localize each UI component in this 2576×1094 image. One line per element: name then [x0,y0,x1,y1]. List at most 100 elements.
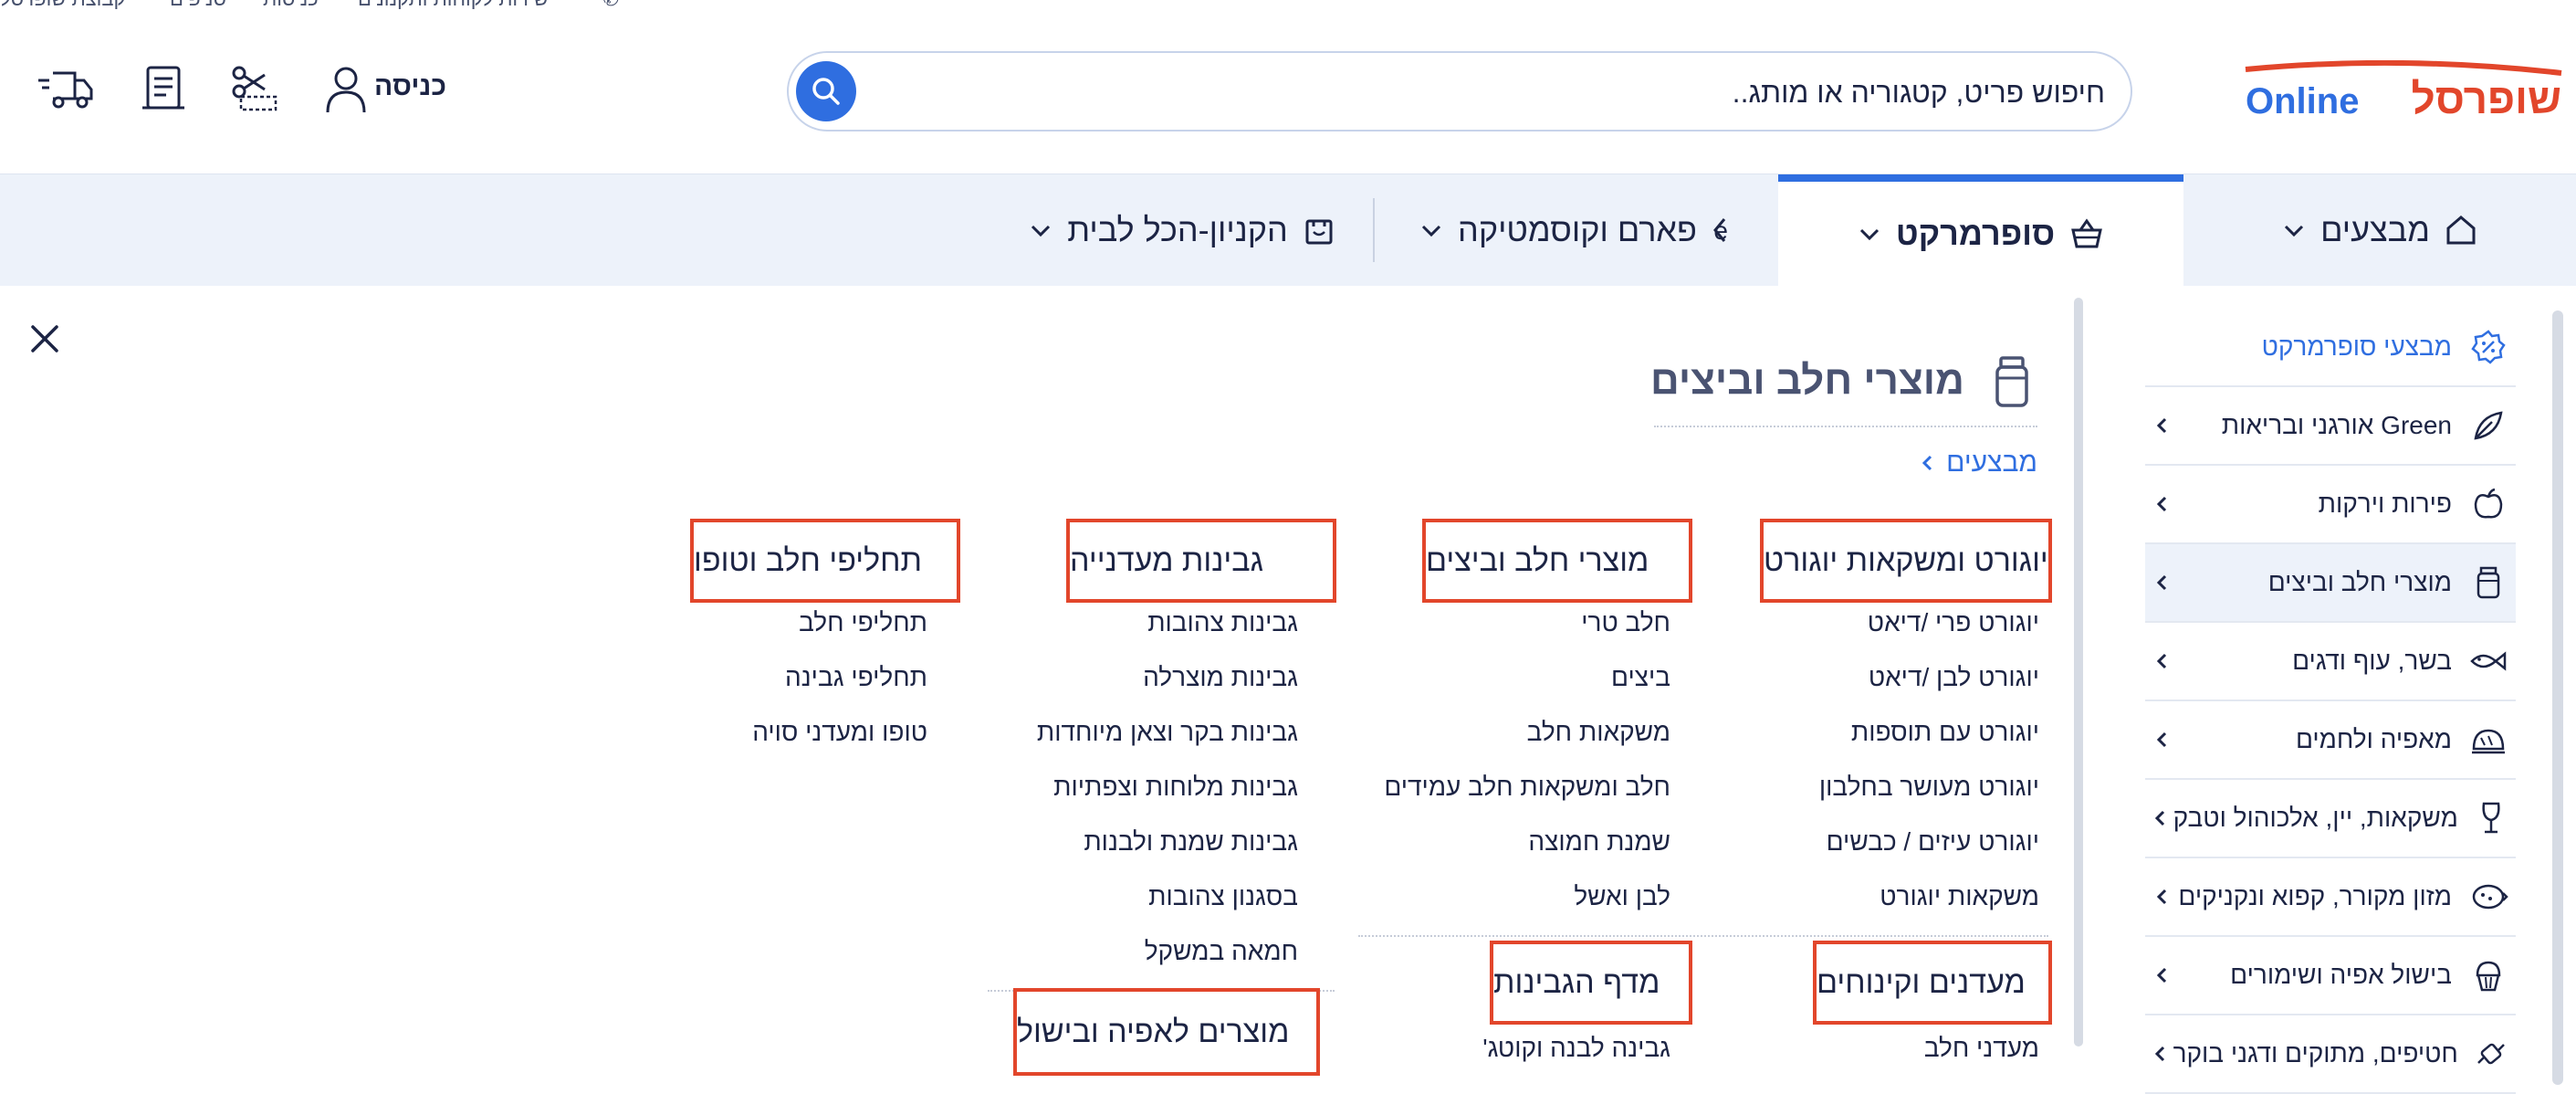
subcategory-link[interactable]: גבינות שמנת ולבנות [1084,827,1298,857]
category-dairy-eggs[interactable]: מוצרי חלב וביצים [1422,519,1692,603]
svg-text:Online: Online [2246,81,2359,121]
subcategory-link[interactable]: חלב ומשקאות חלב עמידים [1384,773,1670,802]
receipt-icon[interactable] [131,57,195,121]
subcategory-link[interactable]: בסגנון צהובות [1148,882,1298,911]
subcategory-link[interactable]: גבינות מוצרלה [1143,663,1298,692]
sidebar-item-bakery[interactable]: מאפיה ולחמים [2145,701,2516,780]
subcategory-link[interactable]: ביצים [1611,663,1670,692]
chevron-left-icon [2149,490,2176,518]
tab-deals-label: מבצעים [2320,211,2430,248]
chevron-left-icon [2149,1040,2173,1068]
sidebar-item-label: מוצרי חלב וביצים [2267,568,2452,596]
subcategory-link[interactable]: משקאות יוגורט [1880,882,2039,911]
top-link-group[interactable]: קבוצת שופרסל [0,0,126,11]
chevron-down-icon [1031,225,1051,237]
category-cheese-shelf[interactable]: מדף הגבינות [1490,941,1692,1025]
section-divider [1358,935,2048,937]
sidebar-item-label: מזון מקורר, קפוא ונקניקים [2178,882,2452,910]
subcategory-link[interactable]: יוגורט מעושר בחלבון [1819,773,2039,802]
subcategory-link[interactable]: לבן ואשל [1574,882,1670,911]
sidebar-item-dairy-eggs[interactable]: מוצרי חלב וביצים [2145,544,2516,623]
bread-icon [2461,712,2516,767]
close-icon[interactable] [26,320,64,358]
basket-icon [2071,218,2103,248]
sidebar-item-supermarket-deals[interactable]: מבצעי סופרמרקט [2145,309,2516,387]
chevron-left-icon [2149,726,2176,753]
top-link-branches[interactable]: סניפים [170,0,226,11]
sidebar-item-label: בשר, עוף ודגים [2292,647,2452,675]
subcategory-link[interactable]: חלב טרי [1581,608,1670,637]
breadcrumb[interactable]: מבצעים [1919,447,2037,479]
sidebar-item-beverages[interactable]: משקאות, יין, אלכוהול וטבק [2145,780,2516,858]
sidebar-scrollbar[interactable] [2552,310,2563,1085]
subcategory-link[interactable]: חמאה במשקל [1145,937,1298,966]
apple-icon [2461,477,2516,531]
sidebar-item-label: פירות וירקות [2318,489,2452,518]
tab-supermarket-label: סופרמרקט [1895,215,2056,252]
subcategory-link[interactable]: גבינה לבנה וקוטג' [1482,1034,1670,1063]
sidebar-item-frozen[interactable]: מזון מקורר, קפוא ונקניקים [2145,858,2516,937]
search-input[interactable] [880,53,2107,131]
chevron-down-icon [2285,225,2304,237]
chevron-down-icon [1421,225,1441,237]
sidebar-item-label: משקאות, יין, אלכוהול וטבק [2173,804,2458,832]
tab-supermarket[interactable]: סופרמרקט [1778,174,2183,286]
sidebar-item-snacks[interactable]: חטיפים, מתוקים ודגני בוקר [2145,1015,2516,1094]
coupon-scissors-icon[interactable] [223,57,287,121]
frozen-icon [2461,869,2516,924]
wine-glass-icon [2467,791,2516,846]
subcategory-link[interactable]: גבינות צהובות [1147,608,1298,637]
tab-pharm-label: פארם וקוסמטיקה [1458,211,1697,248]
subcategory-link[interactable]: גבינות מלוחות וצפתיות [1053,773,1298,802]
milk-jar-icon [1990,354,2034,409]
subcategory-link[interactable]: שמנת חמוצה [1528,827,1670,857]
cupcake-icon [2461,948,2516,1003]
breadcrumb-link[interactable]: מבצעים [1946,447,2037,479]
sidebar-item-label: Green אורגני ובריאות [2221,411,2452,439]
fish-icon [2461,634,2516,689]
login-label[interactable]: כניסה [374,71,446,102]
subcategory-link[interactable]: יוגורט עיזים / כבשים [1827,827,2039,857]
tab-pharm[interactable]: e פארם וקוסמטיקה [1397,174,1778,286]
chevron-left-icon [2149,647,2176,675]
search-button[interactable] [796,61,856,121]
menu-scrollbar[interactable] [2074,298,2083,1047]
subcategory-link[interactable]: משקאות חלב [1527,718,1670,747]
sidebar-item-label: בישול אפיה ושימורים [2230,961,2452,989]
subcategory-link[interactable]: יוגורט פרי /דיאט [1868,608,2039,637]
sidebar-item-fruits-vegetables[interactable]: פירות וירקות [2145,466,2516,544]
sidebar-item-cooking-baking[interactable]: בישול אפיה ושימורים [2145,937,2516,1015]
category-deli-cheeses[interactable]: גבינות מעדנייה [1066,519,1336,603]
sidebar-item-meat-fish[interactable]: בשר, עוף ודגים [2145,623,2516,701]
svg-text:שופרסל: שופרסל [2412,75,2561,122]
sidebar-item-green-organic[interactable]: Green אורגני ובריאות [2145,387,2516,466]
subcategory-link[interactable]: מעדני חלב [1924,1034,2039,1063]
title-divider [1654,426,2037,427]
shufersal-online-logo[interactable]: שופרסל Online [2236,59,2565,124]
nav-divider [1373,198,1375,262]
tab-mall[interactable]: הקניון-הכל לבית [1004,174,1360,286]
tab-deals[interactable]: מבצעים [2183,174,2576,286]
user-icon[interactable] [314,57,378,121]
category-desserts[interactable]: מעדנים וקינוחים [1813,941,2052,1025]
category-yogurt[interactable]: יוגורט ומשקאות יוגורט [1760,519,2052,603]
category-milk-substitutes[interactable]: תחליפי חלב וטופו [690,519,960,603]
chevron-down-icon [1859,228,1879,241]
category-baking-cooking[interactable]: מוצרים לאפיה ובישול [1013,988,1320,1076]
subcategory-link[interactable]: יוגורט עם תוספות [1851,718,2039,747]
subcategory-link[interactable]: תחליפי חלב [799,608,927,637]
milk-jar-icon [2461,555,2516,610]
customer-service-icon: ✆ [602,0,619,11]
subcategory-link[interactable]: גבינות בקר וצאן מיוחדות [1037,718,1298,747]
subcategory-link[interactable]: יוגורט לבן /דיאט [1869,663,2039,692]
tab-mall-label: הקניון-הכל לבית [1067,211,1288,248]
search-bar [787,51,2132,131]
chevron-left-icon [2149,962,2176,989]
subcategory-link[interactable]: טופו ומעדני סויה [752,718,927,747]
chevron-left-icon [2149,883,2176,910]
subcategory-link[interactable]: תחליפי גבינה [785,663,927,692]
top-link-entries[interactable]: כניסות [263,0,319,11]
sidebar-item-label: מאפיה ולחמים [2295,725,2452,753]
delivery-truck-icon[interactable] [33,57,97,121]
top-link-customer-service[interactable]: שירות לקוחות ותקנונים [358,0,549,11]
